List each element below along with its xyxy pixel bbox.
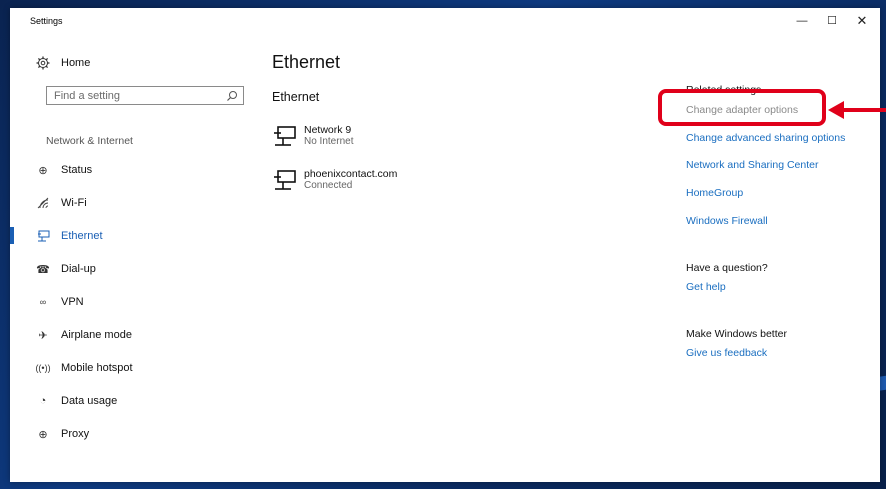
- section-title: Network & Internet: [46, 135, 133, 147]
- gear-icon: [36, 56, 50, 70]
- sidebar-item-label: Wi-Fi: [61, 197, 87, 209]
- network-sharing-center-link[interactable]: Network and Sharing Center: [686, 159, 819, 171]
- hotspot-icon: ((•)): [35, 363, 51, 373]
- network-item[interactable]: Network 9 No Internet: [272, 124, 353, 148]
- sidebar-item-proxy[interactable]: ⊕ Proxy: [36, 425, 89, 443]
- sidebar: Home Find a setting Network & Internet ⊕…: [10, 38, 250, 482]
- sidebar-item-hotspot[interactable]: ((•)) Mobile hotspot: [35, 359, 133, 377]
- sidebar-item-data-usage[interactable]: ◔ Data usage: [36, 392, 118, 410]
- network-name: Network 9: [304, 124, 352, 136]
- search-input[interactable]: Find a setting: [46, 86, 244, 105]
- sidebar-item-label: Data usage: [61, 395, 118, 407]
- sidebar-item-label: Dial-up: [61, 263, 96, 275]
- window-title: Settings: [30, 16, 63, 26]
- arrow-icon: [828, 101, 886, 119]
- airplane-icon: ✈: [38, 329, 48, 342]
- windows-firewall-link[interactable]: Windows Firewall: [686, 215, 768, 227]
- search-icon: [227, 91, 237, 101]
- network-item[interactable]: phoenixcontact.com Connected: [272, 168, 397, 192]
- maximize-button[interactable]: ☐: [818, 10, 846, 32]
- sidebar-item-vpn[interactable]: ∞ VPN: [36, 293, 84, 311]
- ethernet-icon: [36, 229, 50, 243]
- nav-home-label: Home: [61, 57, 91, 69]
- dialup-icon: ☎: [36, 263, 50, 276]
- network-status: Connected: [304, 180, 353, 191]
- give-feedback-link[interactable]: Give us feedback: [686, 347, 767, 359]
- question-heading: Have a question?: [686, 262, 768, 274]
- sidebar-item-label: Mobile hotspot: [61, 362, 133, 374]
- network-status: No Internet: [304, 136, 354, 147]
- close-button[interactable]: ✕: [848, 10, 876, 32]
- sidebar-item-dialup[interactable]: ☎ Dial-up: [36, 260, 96, 278]
- network-name: phoenixcontact.com: [304, 168, 398, 180]
- sidebar-item-label: VPN: [61, 296, 84, 308]
- highlight-box: [658, 89, 826, 126]
- page-title: Ethernet: [272, 52, 341, 72]
- data-usage-icon: ◔: [39, 395, 47, 407]
- vpn-icon: ∞: [39, 297, 47, 307]
- sidebar-item-label: Status: [61, 164, 93, 176]
- title-bar[interactable]: Settings — ☐ ✕: [10, 8, 880, 34]
- wifi-icon: [36, 196, 50, 210]
- minimize-button[interactable]: —: [788, 10, 816, 32]
- feedback-heading: Make Windows better: [686, 328, 787, 340]
- sidebar-item-ethernet[interactable]: Ethernet: [36, 227, 103, 245]
- ethernet-icon: [274, 126, 296, 146]
- sidebar-item-status[interactable]: ⊕ Status: [36, 161, 92, 179]
- homegroup-link[interactable]: HomeGroup: [686, 187, 743, 199]
- get-help-link[interactable]: Get help: [686, 281, 726, 293]
- search-placeholder: Find a setting: [54, 90, 121, 102]
- ethernet-icon: [274, 170, 296, 190]
- nav-home[interactable]: Home: [36, 56, 90, 70]
- settings-window: Settings — ☐ ✕ Home Find a setting Netwo…: [10, 8, 880, 482]
- sidebar-item-label: Ethernet: [61, 230, 103, 242]
- sidebar-item-airplane[interactable]: ✈ Airplane mode: [36, 326, 132, 344]
- globe-icon: ⊕: [38, 428, 48, 441]
- sidebar-item-label: Proxy: [61, 428, 90, 440]
- sidebar-item-label: Airplane mode: [61, 329, 132, 341]
- section-heading: Ethernet: [272, 90, 320, 104]
- sidebar-item-wifi[interactable]: Wi-Fi: [36, 194, 87, 212]
- selection-indicator: [10, 227, 14, 244]
- change-advanced-sharing-link[interactable]: Change advanced sharing options: [686, 132, 845, 144]
- globe-status-icon: ⊕: [38, 164, 48, 177]
